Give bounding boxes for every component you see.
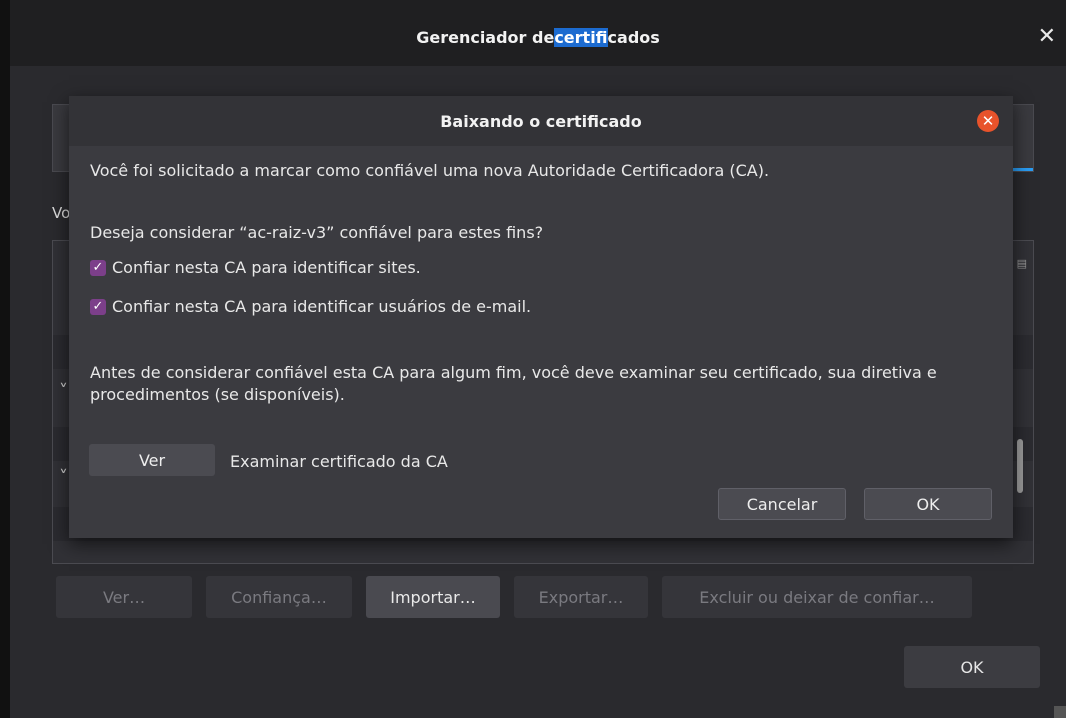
close-icon[interactable]: ✕ xyxy=(1038,24,1056,49)
view-ca-certificate-description: Examinar certificado da CA xyxy=(230,452,448,471)
download-certificate-dialog: Baixando o certificado ✕ Você foi solici… xyxy=(69,96,1013,538)
trust-button[interactable]: Confiança… xyxy=(206,576,352,618)
dialog-warning-text: Antes de considerar confiável esta CA pa… xyxy=(90,363,937,404)
dialog-title-text: Baixando o certificado xyxy=(440,111,642,131)
dialog-title: Baixando o certificado xyxy=(69,96,1013,146)
certificate-manager-titlebar: Gerenciador de certifi cados ✕ xyxy=(10,8,1066,66)
desktop-edge xyxy=(0,0,10,718)
chevron-down-icon[interactable]: ˅ xyxy=(59,467,68,488)
column-picker-icon[interactable]: ▤ xyxy=(1017,257,1027,270)
import-button[interactable]: Importar… xyxy=(366,576,500,618)
trust-email-checkbox-row[interactable]: ✓ Confiar nesta CA para identificar usuá… xyxy=(90,297,531,316)
dialog-question-text: Deseja considerar “ac-raiz-v3” confiável… xyxy=(90,223,544,242)
checkbox-checked-icon[interactable]: ✓ xyxy=(90,259,106,276)
resize-grip[interactable] xyxy=(1054,706,1066,718)
cancel-button[interactable]: Cancelar xyxy=(718,488,846,520)
trust-email-label: Confiar nesta CA para identificar usuári… xyxy=(112,297,532,316)
trust-websites-label: Confiar nesta CA para identificar sites. xyxy=(112,258,421,277)
dialog-intro-text: Você foi solicitado a marcar como confiá… xyxy=(90,161,770,180)
list-description-label: Vo xyxy=(52,204,71,222)
close-icon[interactable]: ✕ xyxy=(977,110,999,132)
trust-websites-checkbox-row[interactable]: ✓ Confiar nesta CA para identificar site… xyxy=(90,258,421,277)
certificate-action-buttons: Ver… Confiança… Importar… Exportar… Excl… xyxy=(56,576,972,618)
window-title-prefix: Gerenciador de xyxy=(416,27,555,47)
view-ca-certificate-button[interactable]: Ver xyxy=(89,444,215,476)
ok-button[interactable]: OK xyxy=(864,488,992,520)
manager-ok-button[interactable]: OK xyxy=(904,646,1040,688)
export-button[interactable]: Exportar… xyxy=(514,576,648,618)
checkbox-checked-icon[interactable]: ✓ xyxy=(90,298,106,315)
window-title-suffix: cados xyxy=(607,27,660,47)
window-title-highlight: certifi xyxy=(554,27,608,47)
scrollbar-thumb[interactable] xyxy=(1017,439,1023,493)
view-certificate-button[interactable]: Ver… xyxy=(56,576,192,618)
delete-or-distrust-button[interactable]: Excluir ou deixar de confiar… xyxy=(662,576,972,618)
chevron-down-icon[interactable]: ˅ xyxy=(59,381,68,402)
